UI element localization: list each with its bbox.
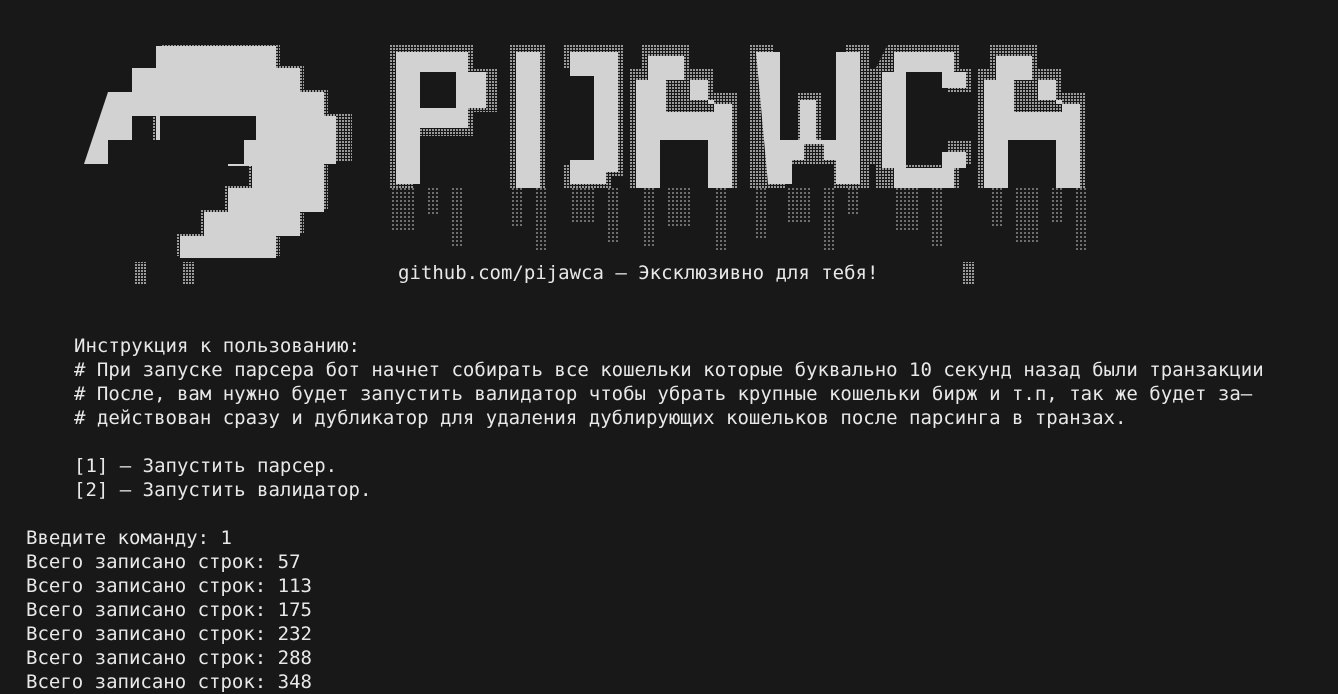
logo-emblem — [84, 44, 352, 284]
output-line: Всего записано строк: 57 — [26, 551, 301, 573]
terminal-window: github.com/pijawca – Эксклюзивно для теб… — [0, 0, 1338, 694]
instruction-line: # После, вам нужно будет запустить валид… — [74, 383, 1253, 405]
instructions-heading: Инструкция к пользованию: — [74, 335, 360, 357]
banner-tagline: github.com/pijawca – Эксклюзивно для теб… — [398, 262, 879, 284]
ascii-art-banner: github.com/pijawca – Эксклюзивно для теб… — [0, 0, 1338, 300]
menu-item-run-validator: [2] – Запустить валидатор. — [74, 479, 372, 501]
instruction-line: # При запуске парсера бот начнет собират… — [74, 359, 1264, 381]
output-line: Всего записано строк: 348 — [26, 671, 312, 693]
output-line: Всего записано строк: 113 — [26, 575, 312, 597]
output-line: Всего записано строк: 232 — [26, 623, 312, 645]
instruction-line: # действован сразу и дубликатор для удал… — [74, 407, 1127, 429]
output-line: Всего записано строк: 288 — [26, 647, 312, 669]
output-line: Всего записано строк: 175 — [26, 599, 312, 621]
menu-item-run-parser: [1] – Запустить парсер. — [74, 455, 338, 477]
ascii-logo-art — [84, 44, 1086, 284]
command-prompt-input[interactable]: Введите команду: 1 — [26, 526, 232, 550]
logo-letters — [390, 44, 1086, 188]
